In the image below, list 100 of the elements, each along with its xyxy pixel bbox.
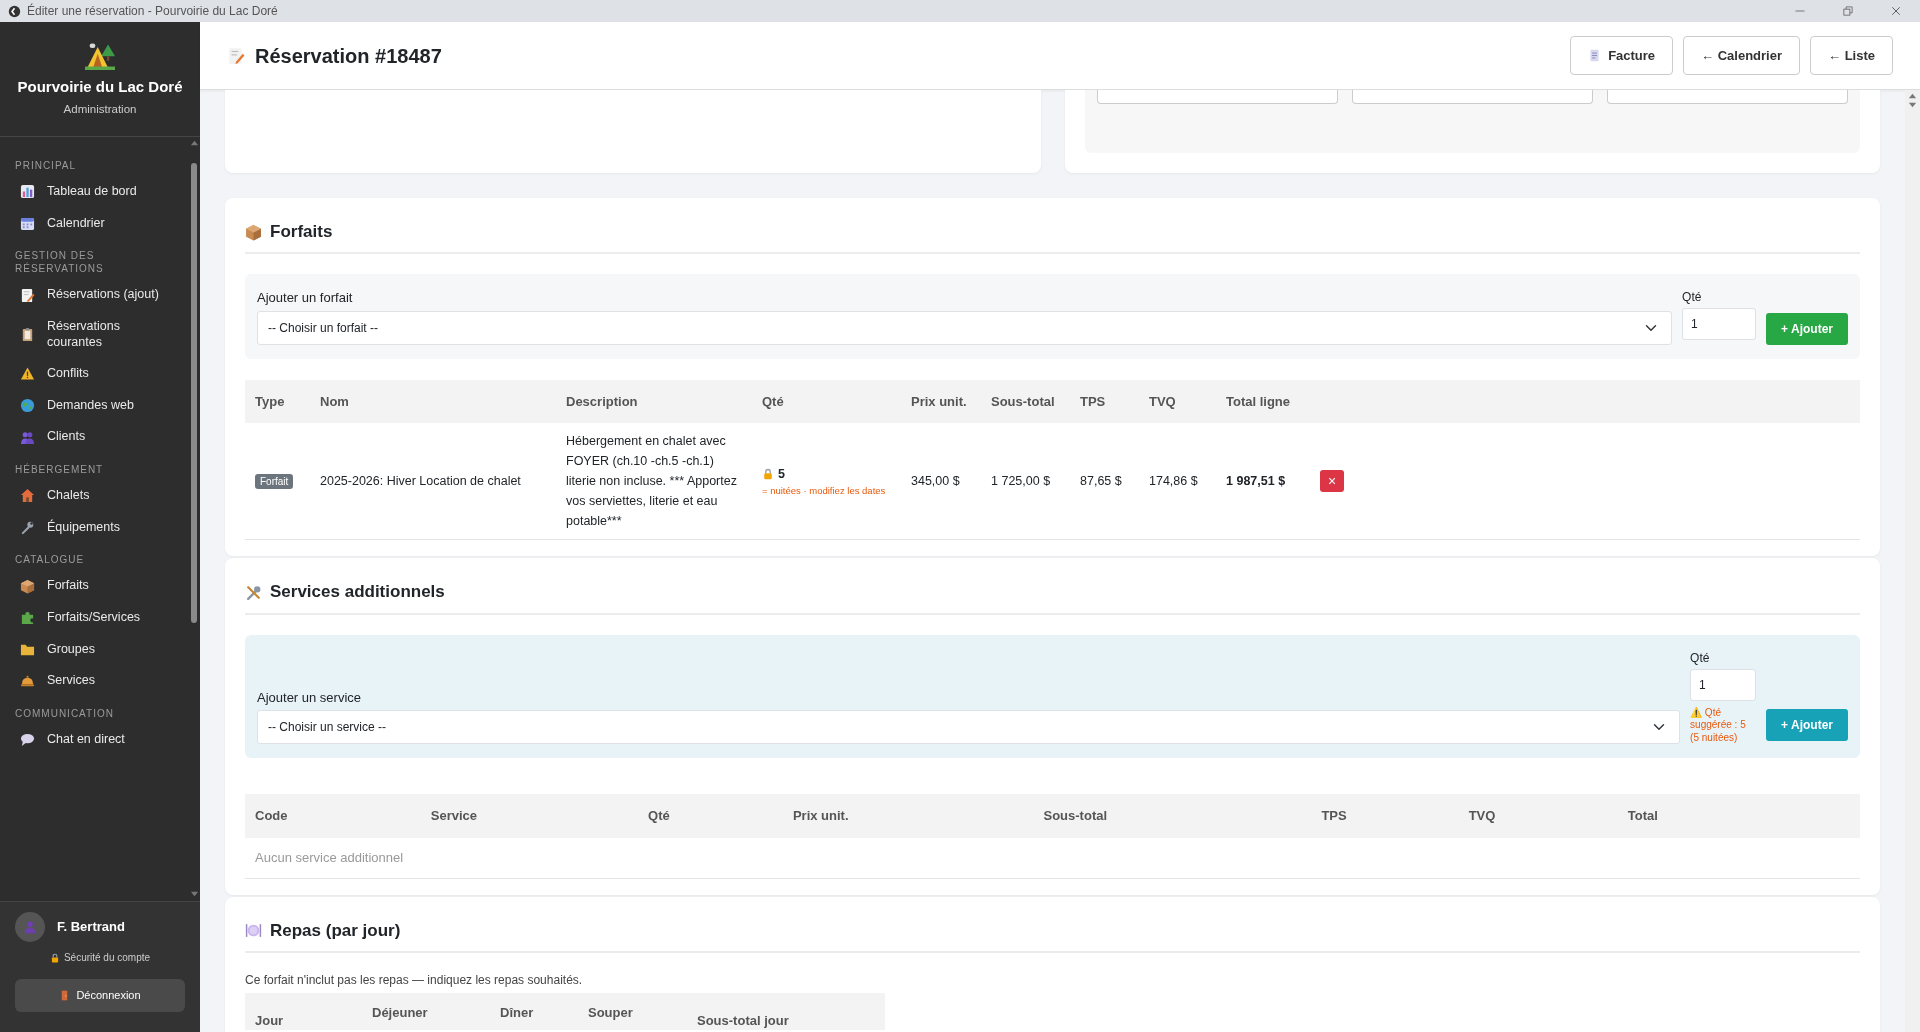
table-header-cell: Nom <box>310 379 556 424</box>
scroll-down-arrow-icon[interactable] <box>189 890 199 899</box>
document-icon <box>1588 49 1602 62</box>
nav-item[interactable]: Demandes web <box>0 389 188 422</box>
app-icon <box>8 4 21 18</box>
nav-section-label: PRINCIPAL <box>14 159 78 173</box>
scrollbar-thumb[interactable] <box>191 162 197 623</box>
type-tag: Forfait <box>255 474 294 489</box>
table-header-cell: Qté <box>752 379 901 424</box>
table-header-cell: Description <box>556 379 752 424</box>
table-header-cell: Sous-total jour <box>687 992 885 1031</box>
section-title: Forfaits <box>270 222 333 243</box>
close-icon[interactable] <box>1890 5 1902 17</box>
info-text: Ce forfait n'inclut pas les repas — indiquez les repas souhaités. <box>245 971 584 989</box>
table-cell: 345,00 $ <box>901 423 981 540</box>
table-header-cell: Code <box>245 794 421 838</box>
package-icon <box>245 223 262 241</box>
calendar-icon <box>20 215 35 231</box>
back-button[interactable]: ← Liste <box>1810 35 1893 76</box>
table-header-cell: Jour <box>245 992 362 1031</box>
table-header-cell: Déjeuner <box>362 992 490 1031</box>
table-header-cell: Service <box>420 794 639 838</box>
field-label: Qté <box>1690 649 1711 667</box>
nav-item[interactable]: Services <box>0 665 188 697</box>
scroll-up-arrow-icon[interactable] <box>1908 92 1917 101</box>
invoice-button[interactable]: Facture <box>1570 35 1674 76</box>
scroll-up-arrow-icon[interactable] <box>189 139 199 148</box>
section-title: Repas (par jour) <box>270 920 401 941</box>
back-button[interactable]: ← Calendrier <box>1683 35 1801 76</box>
lock-icon <box>49 952 60 963</box>
delete-button[interactable]: × <box>1320 470 1344 493</box>
table-header-cell: TVQ <box>1139 379 1216 424</box>
warning-icon <box>20 366 35 382</box>
clipboard-icon <box>20 327 35 342</box>
user-name: F. Bertrand <box>57 918 125 937</box>
quantity-warning: ⚠ Qté suggérée : 5 (5 nuitées) <box>1690 706 1747 745</box>
package-icon <box>20 578 35 594</box>
nav-item[interactable]: Réservations (ajout) <box>0 279 188 311</box>
speech-bubble-icon <box>20 732 35 748</box>
table-cell: 87,65 $ <box>1070 423 1139 540</box>
quantity-input[interactable]: 1 <box>1690 668 1757 701</box>
field-label: Qté <box>1682 289 1703 307</box>
people-icon <box>20 429 35 445</box>
scroll-down-arrow-icon[interactable] <box>1908 101 1917 110</box>
table-cell: 1 987,51 $ <box>1216 423 1310 540</box>
table-header-cell: Total <box>1617 794 1860 838</box>
memo-icon <box>227 46 245 65</box>
table-header-cell: TPS <box>1070 379 1139 424</box>
person-icon <box>23 920 37 934</box>
table-header-cell: Sous-total <box>981 379 1070 424</box>
page-title: Réservation #18487 <box>255 43 442 68</box>
nav-item[interactable]: Tableau de bord <box>0 176 188 208</box>
table-header-cell: Prix unit. <box>782 794 1034 838</box>
nav-item[interactable]: Forfaits <box>0 570 188 602</box>
table-header-cell: Total ligne <box>1216 379 1310 424</box>
package-select[interactable]: -- Choisir un forfait -- <box>257 310 1673 345</box>
field-label: Ajouter un service <box>257 688 363 707</box>
restore-icon[interactable] <box>1842 5 1854 17</box>
nav-item[interactable]: Calendrier <box>0 207 188 240</box>
globe-icon <box>20 398 35 414</box>
section-title: Services additionnels <box>270 582 445 603</box>
nav-item[interactable]: Forfaits/Services <box>0 601 188 634</box>
nav-section-label: COMMUNICATION <box>14 706 115 721</box>
quantity-input[interactable]: 1 <box>1682 308 1757 341</box>
nav-item[interactable]: Clients <box>0 421 188 453</box>
field-label: Ajouter un forfait <box>257 289 354 308</box>
input-field[interactable] <box>1351 90 1593 104</box>
table-header-cell: TVQ <box>1458 794 1618 838</box>
nav-item[interactable]: Chat en direct <box>0 723 188 756</box>
table-header-cell: Souper <box>578 992 687 1031</box>
nav-item[interactable]: Conflits <box>0 358 188 390</box>
input-field[interactable] <box>1606 90 1848 104</box>
tools-icon <box>245 584 262 602</box>
house-icon <box>20 488 35 504</box>
tent-icon <box>85 40 115 71</box>
chart-icon <box>20 184 35 200</box>
lock-icon <box>762 468 774 481</box>
empty-message: Aucun service additionnel <box>255 849 404 865</box>
nav-item[interactable]: Chalets <box>0 480 188 512</box>
account-security-link[interactable]: Sécurité du compte <box>49 950 151 965</box>
quantity-value: 5 <box>778 465 785 483</box>
quantity-note: = nuitées · modifiez les dates <box>762 483 887 498</box>
nav-section-label: GESTION DES RÉSERVATIONS <box>14 249 105 277</box>
table-header-cell: Type <box>245 379 310 424</box>
input-field[interactable] <box>1096 90 1338 104</box>
table-header-cell: Qté <box>638 794 783 838</box>
brand-subtitle: Administration <box>63 101 137 117</box>
table-header-cell: Dîner <box>490 992 578 1031</box>
table-cell: 2025-2026: Hiver Location de chalet <box>310 423 556 540</box>
memo-icon <box>20 287 35 303</box>
nav-item[interactable]: Groupes <box>0 633 188 666</box>
brand-name: Pourvoirie du Lac Doré <box>17 77 183 98</box>
nav-item[interactable]: Équipements <box>0 511 188 544</box>
table-header-cell: TPS <box>1311 794 1459 838</box>
service-select[interactable]: -- Choisir un service -- <box>257 710 1681 745</box>
table-header-cell: Prix unit. <box>901 379 981 424</box>
table-cell: 1 725,00 $ <box>981 423 1070 540</box>
table-header-cell: Sous-total <box>1033 794 1312 838</box>
nav-item[interactable]: Réservations courantes <box>0 310 188 359</box>
logout-button[interactable]: Déconnexion <box>15 979 185 1012</box>
